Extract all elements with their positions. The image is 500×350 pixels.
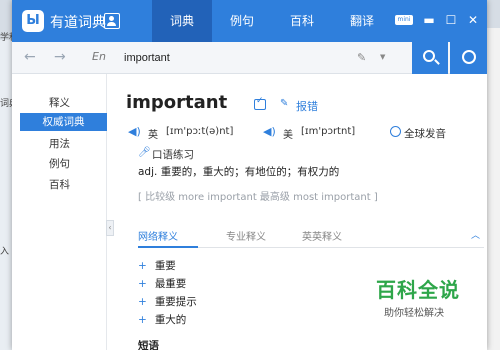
mini-mode-button[interactable]: mini (395, 15, 413, 25)
chevron-up-icon[interactable]: ︿ (471, 228, 480, 241)
search-input[interactable] (124, 47, 388, 69)
maximize-button[interactable]: ☐ (445, 14, 457, 26)
sidebar-item-authoritative[interactable]: 权威词典 (20, 113, 107, 131)
sidebar-item-definition[interactable]: 释义 (12, 94, 107, 112)
dictionary-window: Ы 有道词典 词典 例句 百科 翻译 mini ▬ ☐ ✕ ← → En ✎ ▼ (12, 0, 487, 350)
watermark-subtitle: 助你轻松解决 (384, 308, 444, 319)
tab-dictionary[interactable]: 词典 (152, 0, 212, 42)
user-icon[interactable] (104, 13, 120, 29)
word-forms: [ 比较级 more important 最高级 most important … (138, 192, 378, 203)
active-tab-indicator (138, 246, 198, 248)
sidebar-item-encyclopedia[interactable]: 百科 (12, 176, 107, 194)
close-button[interactable]: ✕ (467, 14, 479, 26)
back-arrow-icon[interactable]: ← (24, 49, 36, 65)
background-label: 入 (0, 247, 10, 257)
window-controls: mini ▬ ☐ ✕ (395, 14, 479, 26)
basic-definition: adj. 重要的，重大的；有地位的；有权力的 (138, 166, 340, 178)
speaker-icon[interactable]: ◀) (263, 125, 276, 138)
tab-translate[interactable]: 翻译 (332, 0, 392, 42)
forward-arrow-icon[interactable]: → (54, 49, 66, 65)
us-label: 美 (283, 130, 293, 141)
list-item[interactable]: + 重要提示 (138, 294, 197, 309)
chevron-down-icon[interactable]: ▼ (380, 53, 385, 61)
list-item[interactable]: + 重要 (138, 258, 176, 273)
uk-label: 英 (148, 130, 158, 141)
tab-professional-definition[interactable]: 专业释义 (226, 228, 266, 243)
sidebar-item-usage[interactable]: 用法 (12, 135, 107, 153)
globe-icon (462, 50, 476, 64)
headword: important (126, 92, 228, 113)
background-scrollbar (486, 28, 500, 350)
tab-english-definition[interactable]: 英英释义 (302, 228, 342, 243)
watermark-title: 百科全说 (376, 278, 460, 302)
globe-icon (390, 126, 401, 137)
pen-icon[interactable]: ✎ (357, 51, 366, 64)
report-icon[interactable]: ✎ (280, 98, 288, 109)
minimize-button[interactable]: ▬ (423, 14, 435, 26)
uk-phonetic: [ɪm'pɔːt(ə)nt] (166, 126, 234, 137)
sidebar: 释义 权威词典 用法 例句 百科 (12, 74, 107, 350)
us-phonetic: [ɪm'pɔrtnt] (301, 126, 356, 137)
report-error-link[interactable]: 报错 (296, 98, 318, 114)
sidebar-item-examples[interactable]: 例句 (12, 155, 107, 173)
tab-examples[interactable]: 例句 (212, 0, 272, 42)
speaker-icon[interactable]: ◀) (128, 125, 141, 138)
title-bar: Ы 有道词典 词典 例句 百科 翻译 mini ▬ ☐ ✕ (12, 0, 487, 42)
online-button[interactable] (450, 42, 487, 74)
list-item[interactable]: + 重大的 (138, 312, 186, 327)
app-logo: Ы (22, 10, 44, 32)
app-title: 有道词典 (50, 15, 106, 31)
oral-practice-link[interactable]: 口语练习 (152, 147, 194, 162)
language-selector[interactable]: En (92, 50, 106, 63)
watermark: 百科全说 助你轻松解决 (362, 266, 477, 324)
top-tabs: 词典 例句 百科 翻译 (152, 0, 392, 42)
mic-icon: 🎤︎ (138, 147, 151, 158)
phrases-heading: 短语 (138, 340, 159, 350)
tab-encyclopedia[interactable]: 百科 (272, 0, 332, 42)
wordbook-icon[interactable] (254, 96, 266, 110)
list-item[interactable]: + 最重要 (138, 276, 186, 291)
search-button[interactable] (412, 42, 448, 74)
definition-tabs: 网络释义 专业释义 英英释义 ︿ (138, 228, 484, 248)
tab-web-definition[interactable]: 网络释义 (138, 228, 178, 243)
global-pronunciation-link[interactable]: 全球发音 (404, 126, 446, 141)
search-bar: ← → En ✎ ▼ (12, 42, 487, 74)
